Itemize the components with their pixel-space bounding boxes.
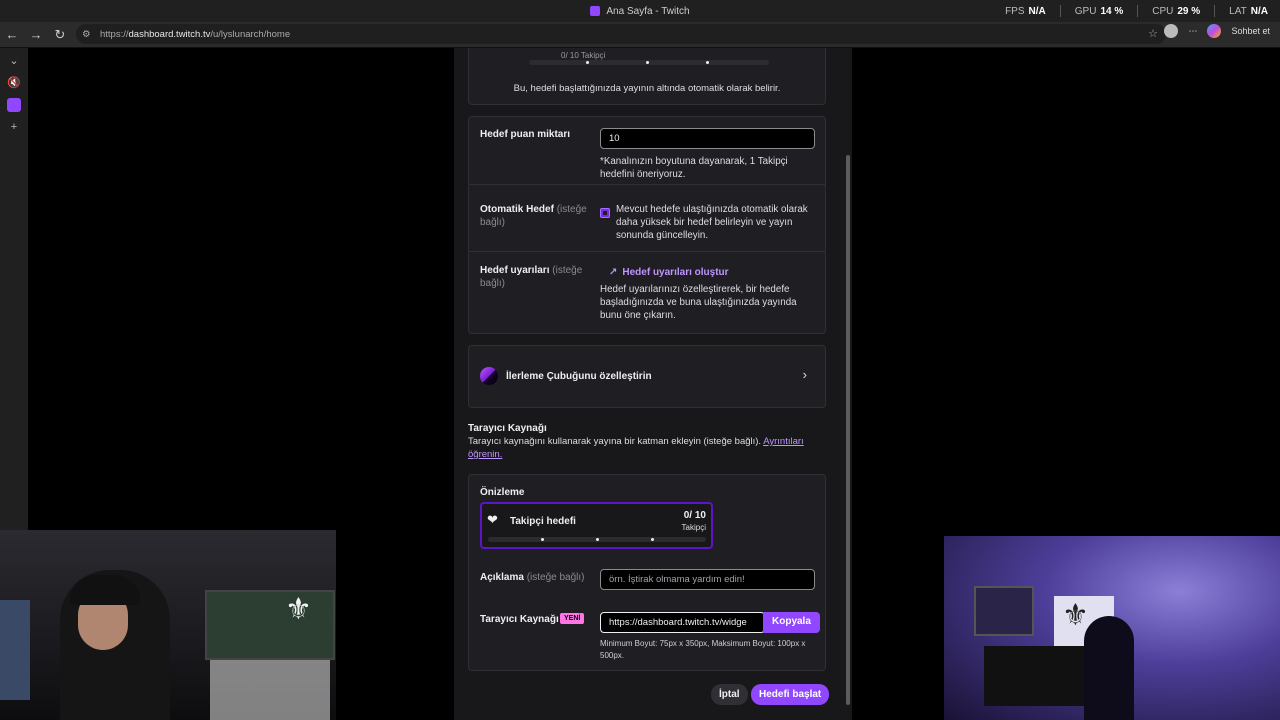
mute-icon[interactable]: 🔇	[7, 76, 21, 89]
twitch-logo-icon	[590, 6, 601, 16]
address-bar[interactable]: ⚙ https://dashboard.twitch.tv/u/lyslunar…	[76, 24, 1166, 44]
back-icon[interactable]: ←	[0, 23, 24, 47]
cancel-button[interactable]: İptal	[711, 684, 748, 705]
perf-fps: FPS N/A	[1005, 5, 1046, 17]
perf-gpu: GPU 14 %	[1074, 5, 1124, 17]
auto-goal-desc: Mevcut hedefe ulaştığınızda otomatik ola…	[616, 204, 808, 241]
points-hint: *Kanalınızın boyutuna dayanarak, 1 Takip…	[600, 156, 788, 180]
source-url-input[interactable]: https://dashboard.twitch.tv/widge	[600, 612, 765, 633]
start-goal-button[interactable]: Hedefi başlat	[751, 684, 830, 705]
goal-settings-panel: 0/ 10 Takipçi Bu, hedefi başlattığınızda…	[454, 48, 852, 720]
top-progress-bar	[529, 60, 769, 65]
perf-cpu: CPU 29 %	[1152, 5, 1201, 17]
goal-progress-bar	[488, 537, 706, 542]
customize-progress-button[interactable]: İlerleme Çubuğunu özelleştirin ›	[468, 345, 826, 408]
goal-count: 0/ 10	[683, 510, 706, 521]
site-info-icon[interactable]: ⚙	[82, 29, 94, 40]
top-preview-note: Bu, hedefi başlattığınızda yayının altın…	[513, 83, 781, 94]
customize-label: İlerleme Çubuğunu özelleştirin	[506, 371, 652, 382]
chevron-right-icon: ›	[802, 367, 807, 382]
color-swatch-icon	[480, 367, 498, 385]
source-label: Tarayıcı Kaynağı	[480, 614, 559, 625]
goal-title: Takipçi hedefi	[510, 516, 576, 527]
copy-button[interactable]: Kopyala	[763, 612, 820, 633]
size-hint: Minimum Boyut: 75px x 350px, Maksimum Bo…	[600, 639, 806, 660]
more-menu-icon[interactable]: ⋯	[1188, 26, 1197, 37]
copilot-icon[interactable]	[1207, 24, 1222, 38]
description-label: Açıklama (isteğe bağlı)	[480, 572, 585, 583]
alerts-label: Hedef uyarıları (isteğe bağlı)	[480, 265, 583, 289]
alerts-desc: Hedef uyarılarınızı özelleştirerek, bir …	[600, 284, 797, 321]
preview-label: Önizleme	[480, 487, 525, 498]
favorite-star-icon[interactable]: ☆	[1148, 27, 1158, 40]
points-input[interactable]: 10	[600, 128, 815, 149]
goal-preview-widget: ❤ Takipçi hedefi 0/ 10 Takipçi	[480, 502, 713, 549]
heart-icon: ❤	[487, 512, 498, 527]
browser-source-desc: Tarayıcı kaynağını kullanarak yayına bir…	[468, 436, 804, 460]
chevron-down-icon[interactable]: ⌄	[9, 54, 18, 67]
points-label: Hedef puan miktarı	[480, 129, 571, 140]
top-preview-card: 0/ 10 Takipçi Bu, hedefi başlattığınızda…	[468, 48, 826, 105]
url-host: dashboard.twitch.tv	[128, 28, 211, 40]
description-input[interactable]: örn. İştirak olmama yardım edin!	[600, 569, 815, 590]
create-alerts-link[interactable]: ↗ Hedef uyarıları oluştur	[609, 267, 729, 278]
profile-avatar[interactable]	[1164, 24, 1179, 38]
add-tab-icon[interactable]: +	[11, 121, 17, 133]
browser-source-card: Önizleme ❤ Takipçi hedefi 0/ 10 Takipçi …	[468, 474, 826, 671]
url-path: /u/lyslunarch/home	[210, 28, 291, 40]
chat-button[interactable]: Sohbet et	[1231, 26, 1270, 36]
new-badge: YENİ	[560, 613, 585, 624]
browser-toolbar: ← → ↻ ⚙ https://dashboard.twitch.tv/u/ly…	[0, 22, 1280, 48]
fleur-de-lis-icon-2: ⚜	[1062, 599, 1089, 632]
url-prefix: https://	[100, 28, 129, 40]
window-titlebar: Ana Sayfa - Twitch FPS N/A GPU 14 % CPU 29 …	[0, 0, 1280, 22]
fleur-de-lis-icon: ⚜	[285, 593, 312, 626]
webcam-overlay-left: ⚜	[0, 530, 336, 720]
perf-overlay: FPS N/A GPU 14 % CPU 29 % LAT N/A	[1005, 0, 1268, 22]
goal-unit: Takipçi	[681, 523, 706, 532]
window-title: Ana Sayfa - Twitch	[606, 5, 690, 17]
auto-goal-checkbox[interactable]	[600, 208, 610, 218]
twitch-tab-icon[interactable]	[7, 98, 21, 112]
external-link-icon: ↗	[609, 267, 618, 278]
goal-settings-card: Hedef puan miktarı 10 *Kanalınızın boyut…	[468, 116, 826, 334]
reload-icon[interactable]: ↻	[48, 23, 72, 47]
perf-lat: LAT N/A	[1229, 5, 1268, 17]
panel-scroll-thumb[interactable]	[846, 155, 850, 705]
auto-goal-label: Otomatik Hedef (isteğe bağlı)	[480, 204, 587, 228]
forward-icon[interactable]: →	[24, 23, 48, 47]
webcam-overlay-right: ⚜	[944, 536, 1280, 720]
browser-source-heading: Tarayıcı Kaynağı	[468, 423, 547, 434]
top-preview-counter: 0/ 10 Takipçi	[561, 51, 606, 60]
